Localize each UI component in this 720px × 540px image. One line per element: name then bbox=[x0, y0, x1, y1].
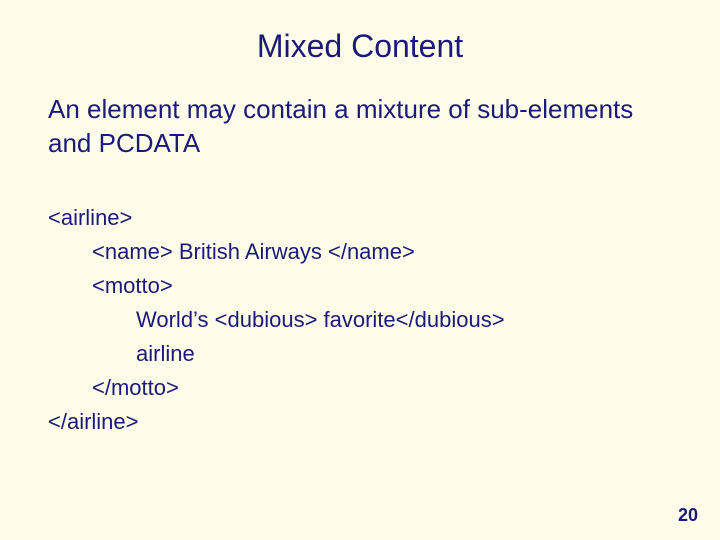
code-line: World’s <dubious> favorite</dubious> bbox=[48, 303, 672, 337]
code-line: airline bbox=[48, 337, 672, 371]
code-line: </motto> bbox=[48, 371, 672, 405]
code-line: <motto> bbox=[48, 269, 672, 303]
code-line: </airline> bbox=[48, 405, 672, 439]
page-number: 20 bbox=[678, 505, 698, 526]
code-block: <airline> <name> British Airways </name>… bbox=[48, 201, 672, 440]
slide-subtitle: An element may contain a mixture of sub-… bbox=[48, 93, 672, 161]
code-line: <name> British Airways </name> bbox=[48, 235, 672, 269]
slide: Mixed Content An element may contain a m… bbox=[0, 0, 720, 540]
code-line: <airline> bbox=[48, 201, 672, 235]
slide-title: Mixed Content bbox=[48, 28, 672, 65]
